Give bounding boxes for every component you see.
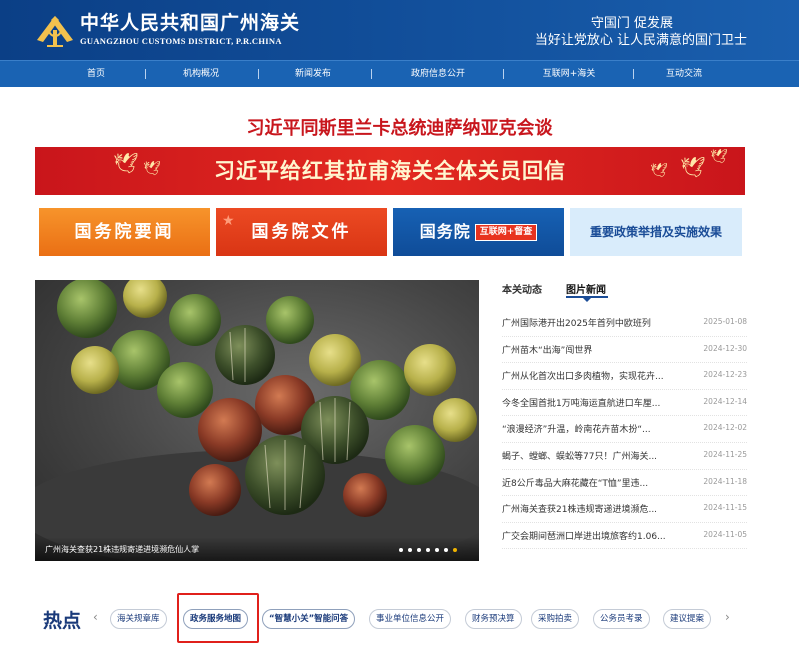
news-title[interactable]: “浪漫经济”升温，岭南花卉苗木扮“... bbox=[502, 422, 680, 435]
nav-item-news[interactable]: 新闻发布 bbox=[295, 61, 331, 87]
red-banner-text: 习近平给红其拉甫海关全体关员回信 bbox=[214, 159, 566, 183]
red-banner[interactable]: 🕊 🕊 🕊 🕊 🕊 习近平给红其拉甫海关全体关员回信 bbox=[35, 147, 745, 195]
nav-separator bbox=[633, 69, 634, 79]
list-item[interactable]: “浪漫经济”升温，岭南花卉苗木扮“... 2024-12-02 bbox=[502, 416, 747, 443]
news-date: 2025-01-08 bbox=[703, 317, 747, 326]
nav-item-about[interactable]: 机构概况 bbox=[183, 61, 219, 87]
tab-photo-news[interactable]: 图片新闻 bbox=[566, 281, 606, 296]
tile-state-council-supervision[interactable]: 国务院 互联网+督查 bbox=[393, 208, 564, 256]
chevron-left-icon[interactable]: ‹ bbox=[93, 610, 98, 624]
nav-item-gov-info[interactable]: 政府信息公开 bbox=[411, 61, 465, 87]
carousel-dot[interactable] bbox=[453, 548, 457, 552]
list-item[interactable]: 今冬全国首批1万吨海运直航进口车厘... 2024-12-14 bbox=[502, 390, 747, 417]
news-photo-carousel[interactable]: 广州海关查获21株违规寄递进境濒危仙人掌 bbox=[35, 280, 479, 561]
carousel-dot[interactable] bbox=[417, 548, 421, 552]
news-date: 2024-12-23 bbox=[703, 370, 747, 380]
nav-separator bbox=[145, 69, 146, 79]
active-tab-pointer bbox=[583, 298, 591, 302]
main-nav: 首页 机构概况 新闻发布 政府信息公开 互联网+海关 互动交流 bbox=[0, 60, 799, 87]
list-item[interactable]: 广州海关查获21株违规寄递进境濒危... 2024-11-15 bbox=[502, 496, 747, 523]
site-header: 中华人民共和国广州海关 GUANGZHOU CUSTOMS DISTRICT, … bbox=[0, 0, 799, 60]
highlight-box bbox=[177, 593, 259, 643]
tile-state-council-news[interactable]: 国务院要闻 bbox=[39, 208, 210, 256]
cactus-photo bbox=[35, 280, 479, 561]
pill-institution-info[interactable]: 事业单位信息公开 bbox=[369, 609, 452, 629]
news-date: 2024-11-25 bbox=[703, 449, 747, 459]
news-date: 2024-11-15 bbox=[703, 503, 747, 513]
news-list: 广州国际港开出2025年首列中欧班列 2025-01-08 广州苗木“出海”闯世… bbox=[502, 310, 747, 550]
carousel-dot[interactable] bbox=[408, 548, 412, 552]
list-item[interactable]: 近8公斤毒品大麻花藏在“T恤”里违... 2024-11-18 bbox=[502, 470, 747, 497]
pill-procurement[interactable]: 采购拍卖 bbox=[531, 609, 580, 629]
carousel-dots bbox=[399, 548, 457, 552]
tile-key-policies[interactable]: 重要政策举措及实施效果 bbox=[570, 208, 742, 256]
nav-separator bbox=[371, 69, 372, 79]
news-title[interactable]: 近8公斤毒品大麻花藏在“T恤”里违... bbox=[502, 476, 680, 489]
news-title[interactable]: 广州从化首次出口多肉植物，实现花卉... bbox=[502, 369, 680, 382]
tile-supervision-badge: 互联网+督查 bbox=[474, 224, 538, 241]
news-date: 2024-12-30 bbox=[703, 343, 747, 353]
pill-civil-service-exam[interactable]: 公务员考录 bbox=[593, 609, 650, 629]
nav-separator bbox=[503, 69, 504, 79]
news-date: 2024-12-02 bbox=[703, 423, 747, 433]
pill-smart-qa[interactable]: “智慧小关”智能问答 bbox=[262, 609, 356, 629]
news-date: 2024-11-05 bbox=[703, 529, 747, 539]
news-date: 2024-11-18 bbox=[703, 476, 747, 486]
customs-emblem-icon[interactable] bbox=[33, 10, 77, 50]
pill-customs-rules[interactable]: 海关规章库 bbox=[110, 609, 167, 629]
tile-supervision-label: 国务院 bbox=[419, 222, 471, 241]
tab-local-news[interactable]: 本关动态 bbox=[502, 281, 542, 296]
nav-item-interaction[interactable]: 互动交流 bbox=[666, 61, 702, 87]
list-item[interactable]: 广州国际港开出2025年首列中欧班列 2025-01-08 bbox=[502, 310, 747, 337]
carousel-dot[interactable] bbox=[399, 548, 403, 552]
nav-separator bbox=[258, 69, 259, 79]
photo-caption[interactable]: 广州海关查获21株违规寄递进境濒危仙人掌 bbox=[45, 544, 199, 555]
news-title[interactable]: 广州苗木“出海”闯世界 bbox=[502, 343, 680, 356]
pill-suggestions[interactable]: 建议提案 bbox=[663, 609, 712, 629]
tile-state-council-docs[interactable]: ★ 国务院文件 bbox=[216, 208, 387, 256]
site-title[interactable]: 中华人民共和国广州海关 bbox=[80, 8, 300, 35]
carousel-dot[interactable] bbox=[426, 548, 430, 552]
news-title[interactable]: 蝎子、螳螂、蜈蚣等77只！广州海关... bbox=[502, 449, 680, 462]
list-item[interactable]: 广交会期间琶洲口岸进出境旅客约1.06... 2024-11-05 bbox=[502, 523, 747, 550]
slogan-line-2: 当好让党放心 让人民满意的国门卫士 bbox=[534, 33, 747, 48]
hotspot-label: 热点 bbox=[43, 610, 82, 632]
nav-item-home[interactable]: 首页 bbox=[87, 61, 105, 87]
news-title[interactable]: 广交会期间琶洲口岸进出境旅客约1.06... bbox=[502, 529, 680, 542]
chevron-right-icon[interactable]: › bbox=[725, 610, 730, 624]
star-icon: ★ bbox=[222, 213, 238, 229]
top-headline[interactable]: 习近平同斯里兰卡总统迪萨纳亚克会谈 bbox=[0, 114, 799, 140]
nav-item-internet-customs[interactable]: 互联网+海关 bbox=[543, 61, 596, 87]
site-subtitle: GUANGZHOU CUSTOMS DISTRICT, P.R.CHINA bbox=[80, 36, 282, 46]
list-item[interactable]: 广州从化首次出口多肉植物，实现花卉... 2024-12-23 bbox=[502, 363, 747, 390]
list-item[interactable]: 广州苗木“出海”闯世界 2024-12-30 bbox=[502, 337, 747, 364]
list-item[interactable]: 蝎子、螳螂、蜈蚣等77只！广州海关... 2024-11-25 bbox=[502, 443, 747, 470]
carousel-dot[interactable] bbox=[435, 548, 439, 552]
tile-state-council-docs-label: 国务院文件 bbox=[251, 222, 352, 242]
news-title[interactable]: 广州海关查获21株违规寄递进境濒危... bbox=[502, 502, 680, 515]
carousel-dot[interactable] bbox=[444, 548, 448, 552]
news-title[interactable]: 广州国际港开出2025年首列中欧班列 bbox=[502, 316, 680, 329]
news-date: 2024-12-14 bbox=[703, 396, 747, 406]
pill-budget[interactable]: 财务预决算 bbox=[465, 609, 522, 629]
news-title[interactable]: 今冬全国首批1万吨海运直航进口车厘... bbox=[502, 396, 680, 409]
